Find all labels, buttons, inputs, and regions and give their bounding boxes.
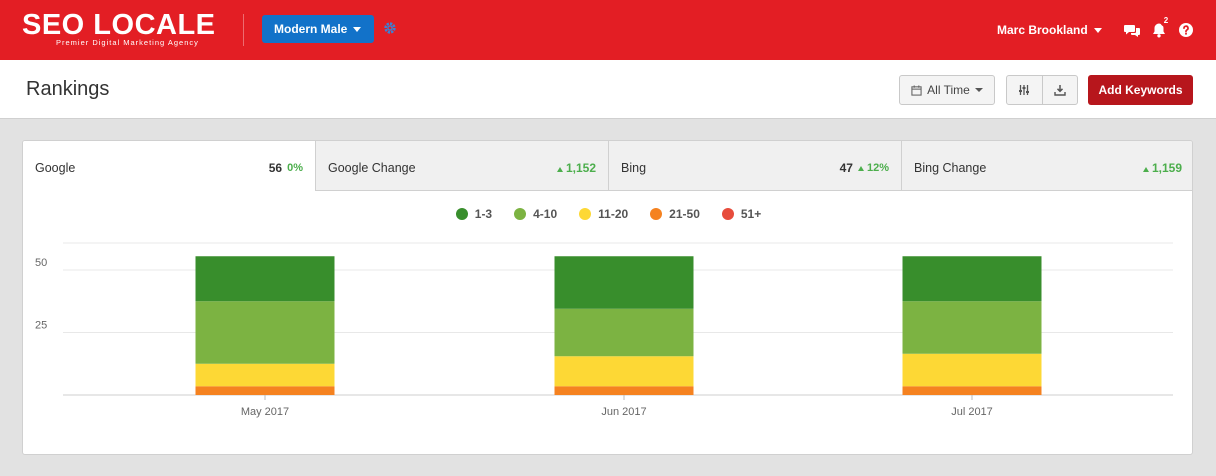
calendar-icon	[911, 84, 922, 96]
user-name: Marc Brookland	[997, 23, 1088, 37]
tab-google-label: Google	[35, 161, 76, 175]
notification-badge: 2	[1160, 15, 1172, 27]
account-selector-label: Modern Male	[274, 22, 348, 36]
y-tick-label: 25	[35, 320, 47, 332]
filter-sliders-button[interactable]	[1007, 76, 1042, 104]
logo[interactable]: SEO LOCALE Premier Digital Marketing Age…	[22, 10, 216, 47]
account-selector-button[interactable]: Modern Male	[262, 15, 374, 43]
legend-item-1-3[interactable]: 1-3	[455, 207, 493, 221]
time-range-label: All Time	[927, 83, 970, 97]
add-keywords-button[interactable]: Add Keywords	[1088, 75, 1193, 105]
legend-swatch	[579, 208, 592, 220]
tab-bing-percent: 12%	[866, 162, 889, 174]
tab-google-change-label: Google Change	[328, 161, 416, 175]
navbar-divider	[243, 14, 244, 46]
tab-google-change[interactable]: Google Change 1,152	[315, 141, 608, 191]
legend-item-51+[interactable]: 51+	[721, 207, 762, 221]
bar-segment-21-50	[195, 386, 335, 395]
legend-swatch	[650, 208, 663, 220]
legend-item-4-10[interactable]: 4-10	[514, 207, 557, 221]
tab-bing-change[interactable]: Bing Change 1,159	[901, 141, 1192, 191]
bar-segment-1-3	[195, 256, 335, 302]
caret-down-icon	[974, 88, 983, 92]
tool-button-group	[1006, 75, 1078, 105]
caret-down-icon	[353, 27, 361, 32]
bar-segment-4-10	[554, 308, 694, 357]
up-arrow-icon	[857, 166, 864, 171]
page-header: Rankings All Time Add Keywords	[0, 60, 1216, 119]
download-icon	[1054, 85, 1066, 96]
engine-tabs: Google 56 0% Google Change 1,152 Bing 47…	[23, 141, 1192, 191]
up-arrow-icon	[1142, 167, 1149, 172]
legend-swatch	[455, 208, 468, 220]
bar-segment-4-10	[902, 301, 1042, 354]
x-tick-label: Jul 2017	[951, 406, 993, 418]
rankings-stacked-bar-chart: 25 50 May 2017 Jun 2017 Jul 2017	[35, 242, 1173, 418]
tab-bing[interactable]: Bing 47 12%	[608, 141, 901, 191]
tab-bing-change-value: 1,159	[1151, 161, 1182, 175]
legend-label: 51+	[740, 207, 762, 221]
download-button[interactable]	[1041, 76, 1078, 104]
tab-bing-label: Bing	[621, 161, 647, 175]
time-range-dropdown[interactable]: All Time	[899, 75, 995, 105]
sliders-icon	[1019, 85, 1030, 95]
help-icon[interactable]	[1178, 22, 1194, 38]
legend-label: 21-50	[669, 207, 700, 221]
page-title: Rankings	[26, 78, 110, 100]
up-arrow-icon	[556, 167, 563, 172]
chat-icon[interactable]	[1124, 22, 1140, 38]
tab-bing-change-label: Bing Change	[914, 161, 987, 175]
y-tick-label: 50	[35, 257, 47, 269]
tab-google-value: 56	[268, 161, 283, 175]
tab-bing-value: 47	[839, 161, 853, 175]
legend-swatch	[514, 208, 527, 220]
legend-label: 11-20	[598, 207, 629, 221]
logo-text: SEO LOCALE	[22, 9, 216, 41]
legend-label: 1-3	[474, 207, 493, 221]
x-tick-label: Jun 2017	[601, 406, 646, 418]
bar-segment-1-3	[902, 256, 1042, 302]
caret-down-icon	[1093, 27, 1102, 33]
bar-segment-11-20	[902, 353, 1042, 387]
bar-segment-11-20	[554, 356, 694, 387]
bar-segment-11-20	[195, 363, 335, 387]
tab-google-change-value: 1,152	[565, 161, 596, 175]
user-menu[interactable]: Marc Brookland	[997, 23, 1102, 37]
tab-google-percent: 0%	[287, 162, 303, 174]
logo-tagline: Premier Digital Marketing Agency	[56, 38, 199, 47]
chart-legend: 1-3 4-10 11-20 21-50 51+	[23, 207, 1192, 221]
settings-gear-icon[interactable]	[383, 21, 397, 35]
legend-item-21-50[interactable]: 21-50	[650, 207, 700, 221]
top-navbar: SEO LOCALE Premier Digital Marketing Age…	[0, 0, 1216, 60]
x-tick-label: May 2017	[241, 406, 289, 418]
tab-google[interactable]: Google 56 0%	[23, 141, 315, 191]
bar-segment-21-50	[554, 386, 694, 395]
rankings-card: Google 56 0% Google Change 1,152 Bing 47…	[22, 140, 1193, 455]
bar-segment-1-3	[554, 256, 694, 309]
bar-segment-4-10	[195, 301, 335, 364]
legend-swatch	[721, 208, 734, 220]
bar-segment-21-50	[902, 386, 1042, 395]
legend-label: 4-10	[533, 207, 558, 221]
legend-item-11-20[interactable]: 11-20	[579, 207, 628, 221]
